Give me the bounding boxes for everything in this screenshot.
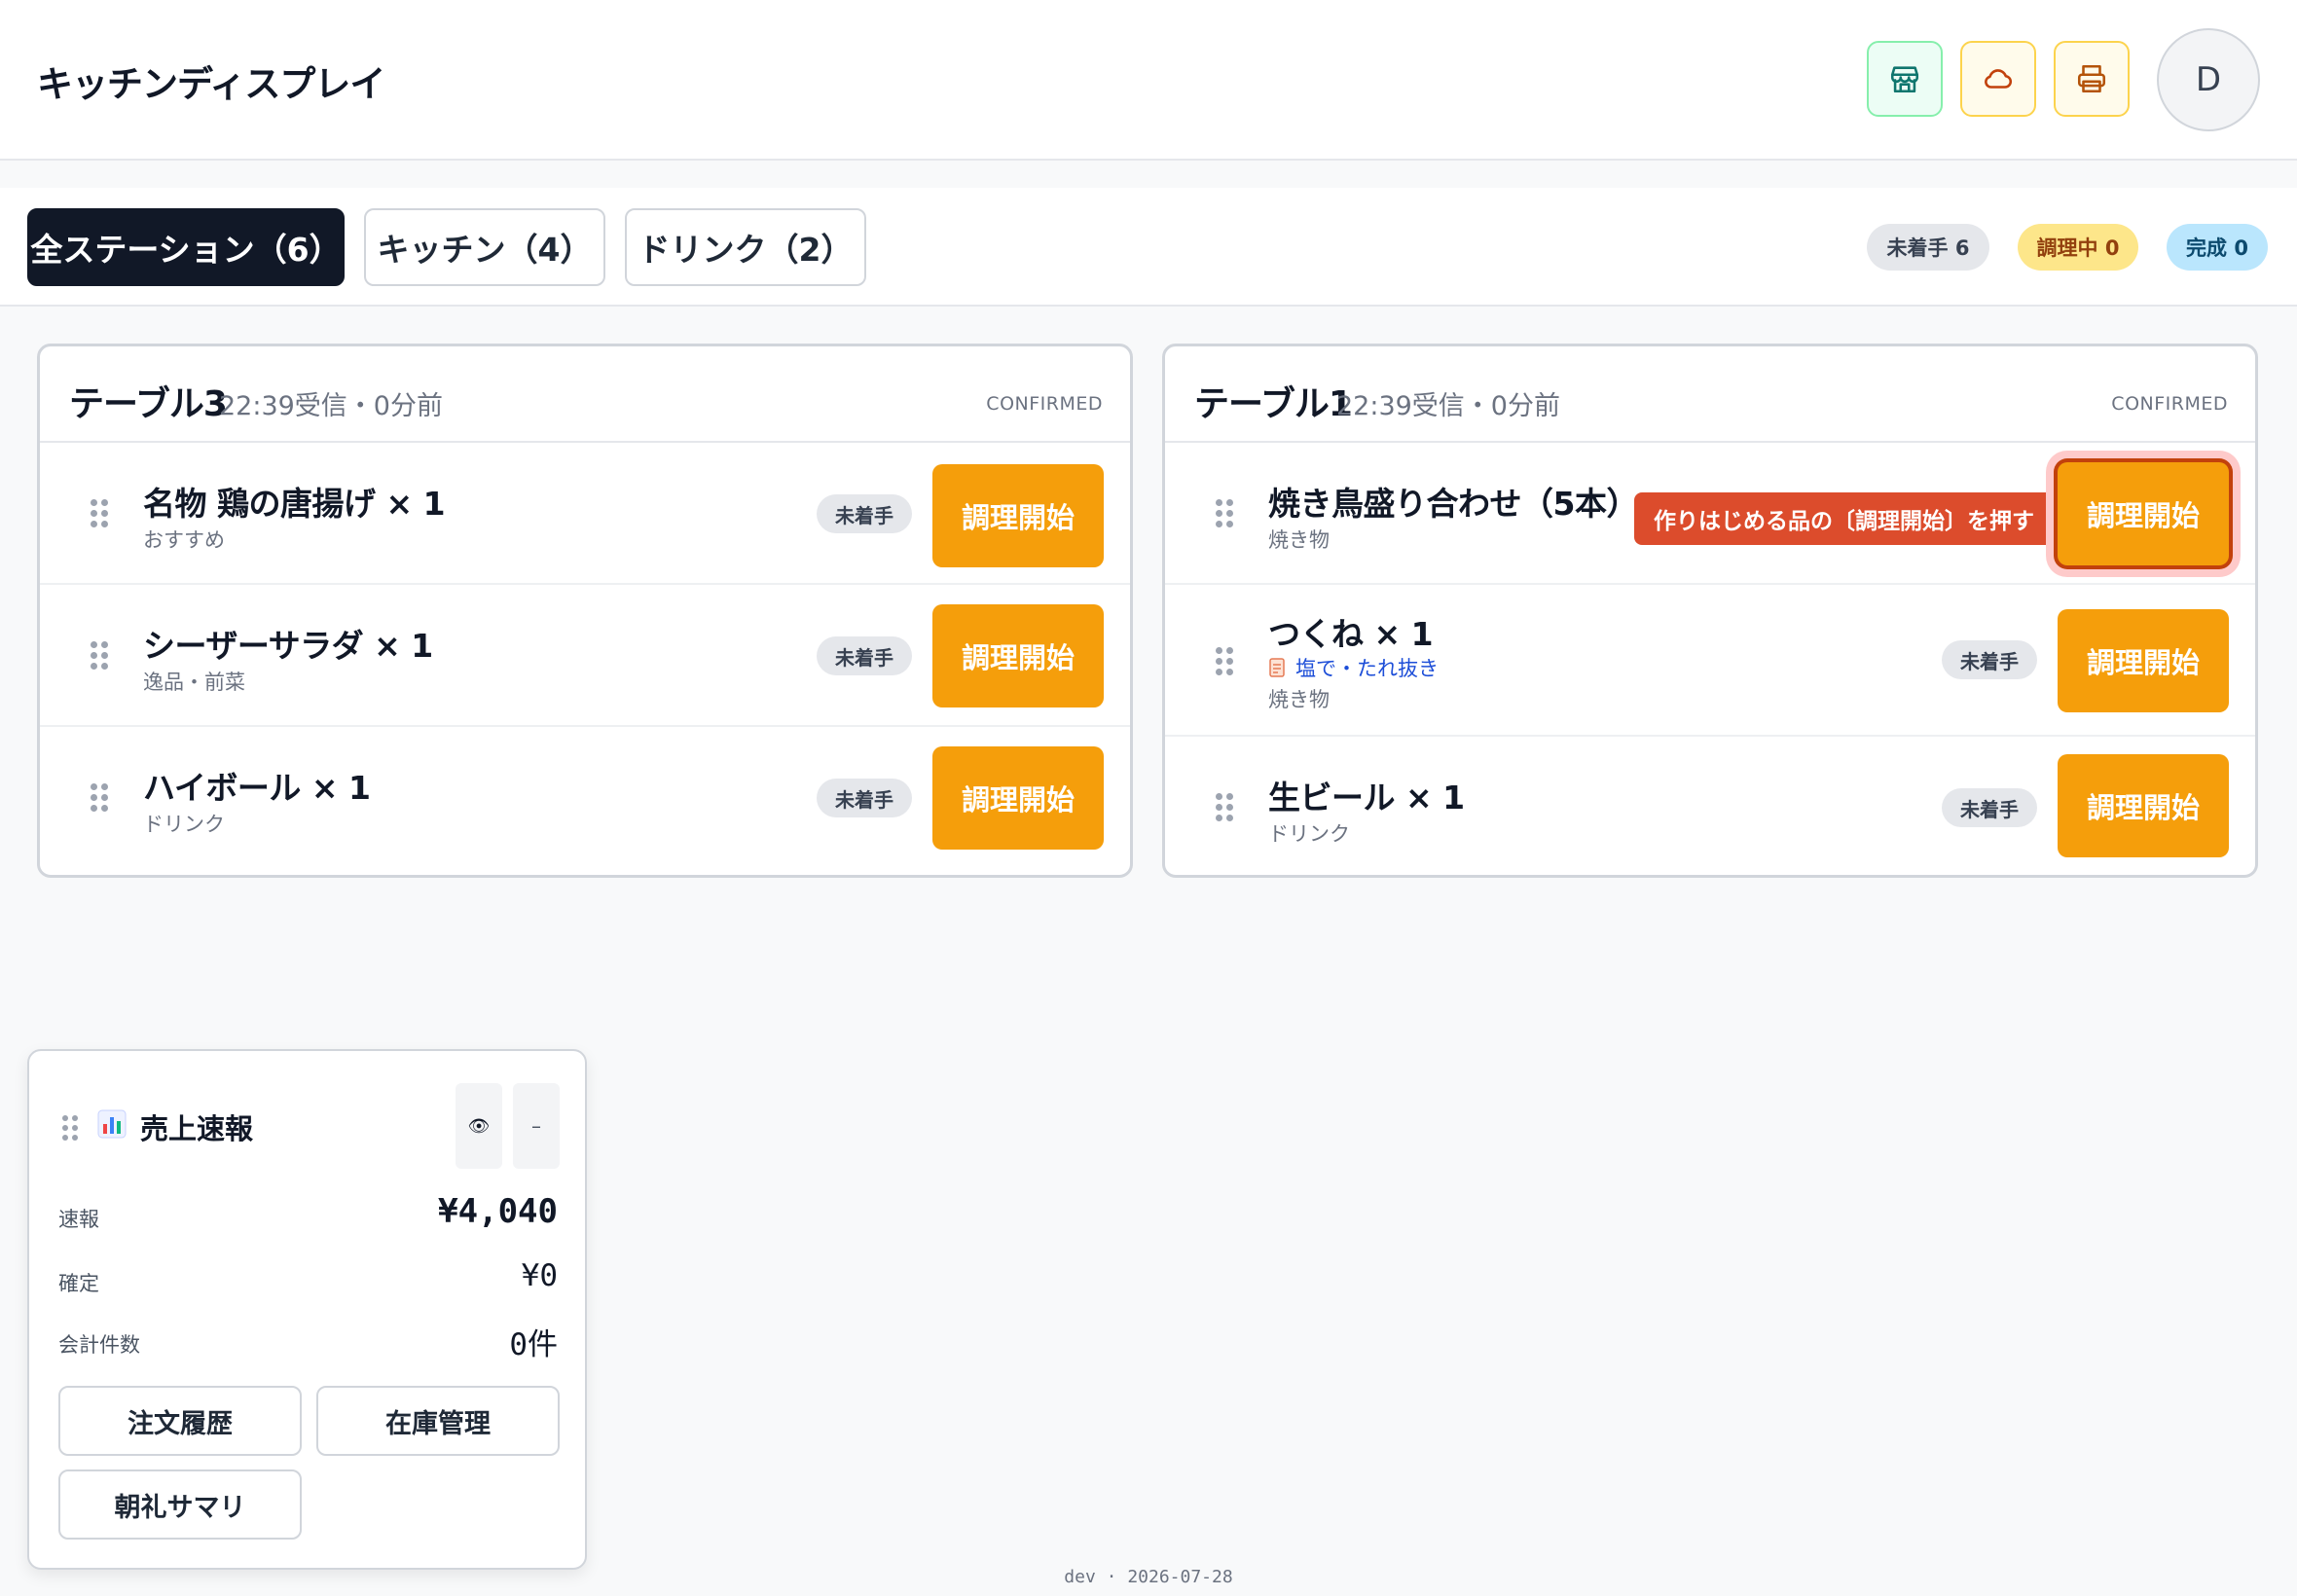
store-button[interactable] <box>1867 41 1943 117</box>
order-item-row: 生ビール × 1 ドリンク 未着手 調理開始 <box>1165 737 2255 875</box>
store-icon <box>1890 66 1919 93</box>
table-name: テーブル3 <box>69 384 228 424</box>
order-item-row: 焼き鳥盛り合わせ（5本） 焼き物 作りはじめる品の〔調理開始〕を押す 調理開始 <box>1165 443 2255 585</box>
tab-all-stations[interactable]: 全ステーション（6） <box>27 208 345 286</box>
top-bar: キッチンディスプレイ D <box>0 0 2297 161</box>
cooking-count-badge: 調理中 0 <box>2018 224 2138 271</box>
drag-handle-icon[interactable] <box>91 783 108 813</box>
order-card-header: テーブル3 22:39受信・0分前 CONFIRMED <box>40 346 1130 443</box>
flash-sales-label: 速報 <box>58 1208 99 1231</box>
item-name: つくね × 1 <box>1268 615 1434 653</box>
minimize-button[interactable]: – <box>513 1083 560 1169</box>
cloud-icon <box>1985 69 2013 89</box>
order-received-time: 22:39受信・0分前 <box>219 391 443 421</box>
order-item-row: ハイボール × 1 ドリンク 未着手 調理開始 <box>40 727 1130 873</box>
item-category: ドリンク <box>1268 822 1350 846</box>
item-category: 逸品・前菜 <box>143 671 245 694</box>
table-name: テーブル1 <box>1194 384 1353 424</box>
item-category: おすすめ <box>143 528 225 552</box>
order-card-header: テーブル1 22:39受信・0分前 CONFIRMED <box>1165 346 2255 443</box>
tab-drink[interactable]: ドリンク（2） <box>625 208 866 286</box>
item-status-badge: 未着手 <box>1942 640 2037 679</box>
start-cooking-button[interactable]: 調理開始 <box>932 746 1104 850</box>
confirmed-sales-value: ¥0 <box>521 1258 558 1293</box>
cloud-sync-button[interactable] <box>1960 41 2036 117</box>
widget-title: 売上速報 <box>140 1112 254 1145</box>
drag-handle-icon[interactable] <box>91 641 108 671</box>
item-status-badge: 未着手 <box>817 636 912 675</box>
item-name: シーザーサラダ × 1 <box>143 627 433 665</box>
sales-flash-widget: 売上速報 👁 – 速報 ¥4,040 確定 ¥0 会計件数 0件 注文履歴 在庫… <box>27 1049 587 1570</box>
item-name: 生ビール × 1 <box>1268 779 1465 816</box>
user-avatar[interactable]: D <box>2157 28 2260 131</box>
checkout-count-value: 0件 <box>509 1327 558 1362</box>
start-cooking-button[interactable]: 調理開始 <box>2058 609 2229 712</box>
order-item-row: シーザーサラダ × 1 逸品・前菜 未着手 調理開始 <box>40 585 1130 727</box>
order-history-button[interactable]: 注文履歴 <box>58 1386 302 1456</box>
eye-icon[interactable]: 👁 <box>456 1083 502 1169</box>
item-status-badge: 未着手 <box>1942 788 2037 827</box>
item-name: ハイボール × 1 <box>143 769 371 807</box>
print-button[interactable] <box>2054 41 2130 117</box>
order-item-row: つくね × 1 塩で・たれ抜き 焼き物 未着手 調理開始 <box>1165 585 2255 737</box>
drag-handle-icon[interactable] <box>62 1115 80 1143</box>
memo-icon <box>1269 658 1285 677</box>
item-category: ドリンク <box>143 813 225 836</box>
checkout-count-label: 会計件数 <box>58 1333 140 1357</box>
item-status-badge: 未着手 <box>817 494 912 533</box>
start-cooking-button-highlighted[interactable]: 調理開始 <box>2058 462 2229 565</box>
done-count-badge: 完成 0 <box>2167 224 2268 271</box>
start-cooking-button[interactable]: 調理開始 <box>2058 754 2229 857</box>
printer-icon <box>2077 64 2106 93</box>
order-status: CONFIRMED <box>986 393 1103 415</box>
order-card-table-1: テーブル1 22:39受信・0分前 CONFIRMED 焼き鳥盛り合わせ（5本）… <box>1162 344 2258 878</box>
item-category: 焼き物 <box>1268 688 1330 711</box>
order-status: CONFIRMED <box>2111 393 2228 415</box>
station-tabs-bar: 全ステーション（6） キッチン（4） ドリンク（2） 未着手 6 調理中 0 完… <box>0 188 2297 307</box>
drag-handle-icon[interactable] <box>91 499 108 528</box>
drag-handle-icon[interactable] <box>1216 647 1233 676</box>
item-name: 名物 鶏の唐揚げ × 1 <box>143 485 446 523</box>
item-category: 焼き物 <box>1268 528 1330 552</box>
tab-kitchen[interactable]: キッチン（4） <box>364 208 605 286</box>
pending-count-badge: 未着手 6 <box>1867 224 1989 271</box>
order-item-row: 名物 鶏の唐揚げ × 1 おすすめ 未着手 調理開始 <box>40 443 1130 585</box>
order-received-time: 22:39受信・0分前 <box>1336 391 1560 421</box>
build-info: dev · 2026-07-28 <box>1064 1567 1233 1587</box>
bar-chart-icon <box>97 1109 127 1139</box>
inventory-button[interactable]: 在庫管理 <box>316 1386 560 1456</box>
flash-sales-value: ¥4,040 <box>438 1192 558 1231</box>
item-note: 塩で・たれ抜き <box>1268 653 1439 682</box>
item-name: 焼き鳥盛り合わせ（5本） <box>1268 485 1638 523</box>
item-note-text: 塩で・たれ抜き <box>1295 657 1439 680</box>
item-status-badge: 未着手 <box>817 779 912 817</box>
page-title: キッチンディスプレイ <box>37 63 385 105</box>
start-cooking-button[interactable]: 調理開始 <box>932 604 1104 707</box>
start-cooking-button[interactable]: 調理開始 <box>932 464 1104 567</box>
tutorial-callout: 作りはじめる品の〔調理開始〕を押す <box>1634 492 2054 545</box>
morning-summary-button[interactable]: 朝礼サマリ <box>58 1469 302 1540</box>
drag-handle-icon[interactable] <box>1216 793 1233 822</box>
drag-handle-icon[interactable] <box>1216 499 1233 528</box>
order-card-table-3: テーブル3 22:39受信・0分前 CONFIRMED 名物 鶏の唐揚げ × 1… <box>37 344 1133 878</box>
confirmed-sales-label: 確定 <box>58 1272 99 1295</box>
